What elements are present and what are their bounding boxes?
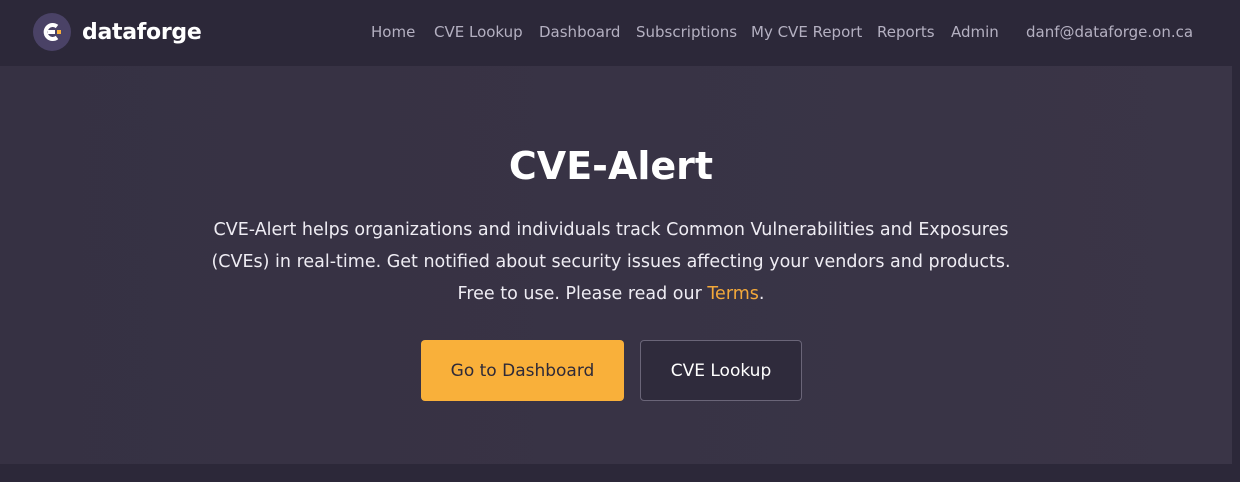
terms-link[interactable]: Terms [707,284,759,304]
hero-section: CVE-Alert CVE-Alert helps organizations … [0,66,1232,464]
brand-home-link[interactable]: dataforge [33,13,202,51]
nav-item-cve-lookup[interactable]: CVE Lookup [434,23,523,41]
nav-item-reports[interactable]: Reports [877,23,935,41]
page-footer-strip [0,464,1240,482]
brand-name: dataforge [82,19,202,45]
top-navbar: dataforge Home CVE Lookup Dashboard Subs… [0,0,1240,66]
go-to-dashboard-label: Go to Dashboard [450,360,595,381]
hero-description: CVE-Alert helps organizations and indivi… [190,214,1032,310]
user-email-link[interactable]: danf@dataforge.on.ca [1026,23,1193,41]
cve-lookup-label: CVE Lookup [670,360,772,381]
nav-item-subscriptions[interactable]: Subscriptions [636,23,737,41]
hero-text-line-3-prefix: Free to use. Please read our [457,284,708,304]
hero-text-line-1: CVE-Alert helps organizations and indivi… [213,220,1009,240]
dataforge-logo-icon [33,13,71,51]
cve-lookup-button[interactable]: CVE Lookup [640,340,802,401]
nav-item-home[interactable]: Home [371,23,415,41]
page-title: CVE-Alert [508,144,714,188]
hero-text-line-3-suffix: . [758,284,765,304]
nav-item-admin[interactable]: Admin [951,23,999,41]
nav-item-dashboard[interactable]: Dashboard [539,23,620,41]
nav-item-my-cve-report[interactable]: My CVE Report [751,23,862,41]
hero-text-line-2: (CVEs) in real-time. Get notified about … [211,252,1011,272]
go-to-dashboard-button[interactable]: Go to Dashboard [421,340,624,401]
